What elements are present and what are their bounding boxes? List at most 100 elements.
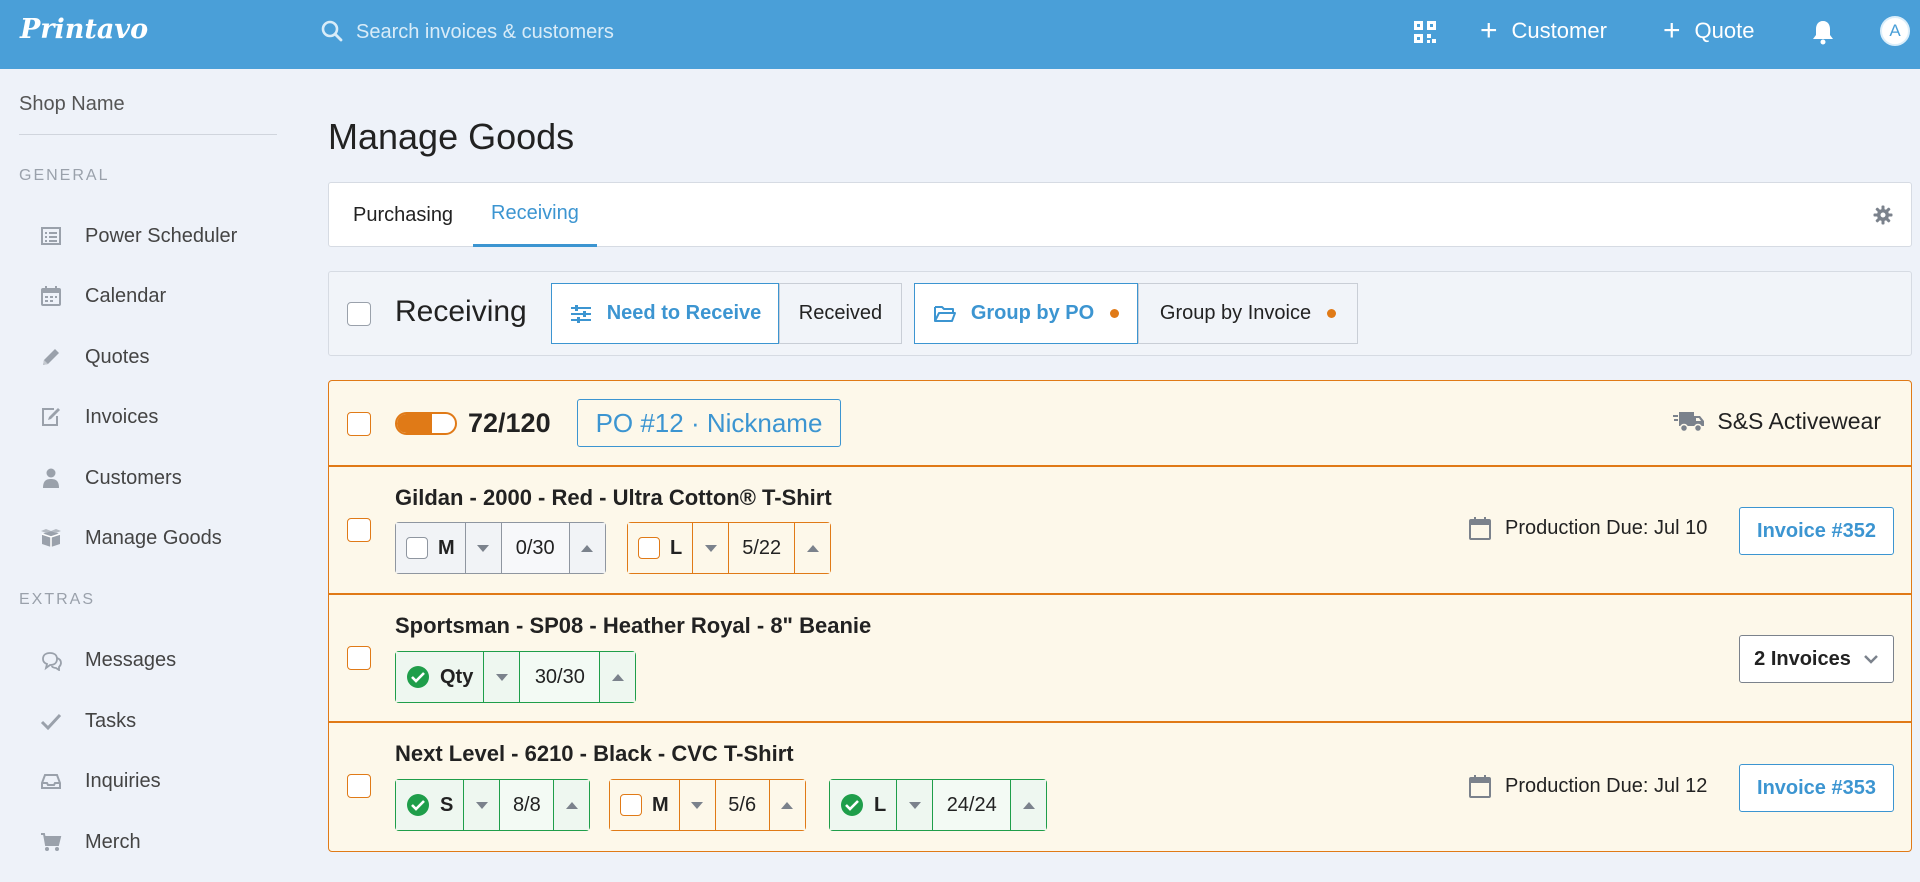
search-input[interactable] [356,14,876,50]
size-label[interactable]: S [396,780,464,830]
quantity-value[interactable]: 24/24 [932,780,1011,830]
invoices-dropdown-label: 2 Invoices [1754,647,1851,670]
increment-button[interactable] [599,652,636,702]
sidebar-item-manage-goods[interactable]: Manage Goods [40,518,280,558]
chevron-down-icon [691,801,704,809]
sidebar-item-customers[interactable]: Customers [40,458,280,498]
quantity-value[interactable]: 0/30 [500,523,569,573]
add-quote-button[interactable]: + Quote [1663,14,1754,48]
size-stepper-m: M 0/30 [395,522,606,574]
quantity-value[interactable]: 8/8 [499,780,554,830]
sliders-icon [570,304,591,323]
add-customer-button[interactable]: + Customer [1480,14,1607,48]
sidebar-item-tasks[interactable]: Tasks [40,701,280,741]
increment-button[interactable] [553,780,590,830]
decrement-button[interactable] [483,652,520,702]
progress-count: 72/120 [468,408,551,438]
size-name: M [652,793,669,816]
invoices-dropdown[interactable]: 2 Invoices [1739,635,1894,683]
decrement-button[interactable] [464,523,501,573]
production-due: Production Due: Jul 10 [1469,516,1707,540]
item-title: Gildan - 2000 - Red - Ultra Cotton® T-Sh… [395,485,832,510]
bell-icon[interactable] [1811,19,1835,45]
sidebar-item-calendar[interactable]: Calendar [40,276,280,316]
divider [329,721,1911,723]
sidebar-item-inquiries[interactable]: Inquiries [40,761,280,801]
need-to-receive-label: Need to Receive [606,302,762,324]
need-to-receive-button[interactable]: Need to Receive [551,283,779,344]
shop-name[interactable]: Shop Name [19,93,125,116]
user-icon [43,468,59,488]
avatar[interactable]: A [1880,16,1910,46]
size-name: M [438,536,455,559]
sidebar-item-label: Tasks [85,709,137,732]
size-stepper-l: L 5/22 [627,522,832,574]
sidebar-item-merch[interactable]: Merch [40,822,280,862]
group-by-invoice-button[interactable]: Group by Invoice [1138,283,1358,344]
add-quote-label: Quote [1694,18,1755,43]
quantity-value[interactable]: 5/22 [728,523,795,573]
size-name: L [874,793,887,816]
select-all-checkbox[interactable] [347,302,371,326]
po-checkbox[interactable] [347,412,371,436]
calendar-icon [41,286,61,306]
qr-code-icon[interactable] [1412,19,1438,45]
tab-purchasing[interactable]: Purchasing [335,183,471,247]
size-label[interactable]: M [610,780,679,830]
chevron-up-icon [611,673,624,681]
chat-icon [42,652,62,671]
po-card: 72/120 PO #12 · Nickname S&S Activewear … [328,380,1912,852]
edit-icon [42,408,60,426]
received-button[interactable]: Received [779,283,902,344]
logo[interactable]: Printavo [20,14,148,45]
size-checkbox[interactable] [638,537,660,559]
size-label[interactable]: Qty [396,652,484,702]
item-checkbox[interactable] [347,518,371,542]
quantity-value[interactable]: 30/30 [519,652,600,702]
indicator-dot [1327,309,1337,318]
tab-receiving[interactable]: Receiving [473,183,597,247]
chevron-down-icon [475,801,488,809]
size-stepper-s: S 8/8 [395,779,591,831]
increment-button[interactable] [794,523,831,573]
invoice-link-button[interactable]: Invoice #352 [1739,507,1894,555]
size-checkbox[interactable] [620,794,642,816]
size-label[interactable]: L [830,780,897,830]
filter-bar: Receiving Need to Receive Received Group… [328,271,1912,356]
sidebar-item-invoices[interactable]: Invoices [40,397,280,437]
invoice-link-button[interactable]: Invoice #353 [1739,764,1894,812]
size-label[interactable]: M [396,523,465,573]
divider [19,134,277,135]
increment-button[interactable] [1010,780,1047,830]
decrement-button[interactable] [692,523,729,573]
quantity-value[interactable]: 5/6 [714,780,769,830]
decrement-button[interactable] [678,780,715,830]
sidebar-item-label: Power Scheduler [85,224,238,247]
decrement-button[interactable] [463,780,500,830]
chevron-up-icon [781,801,794,809]
section-label-extras: EXTRAS [19,591,96,608]
sidebar-item-label: Invoices [85,405,159,428]
sidebar-item-label: Manage Goods [85,526,222,549]
item-checkbox[interactable] [347,774,371,798]
item-title: Sportsman - SP08 - Heather Royal - 8" Be… [395,613,872,638]
group-by-po-button[interactable]: Group by PO [914,283,1138,344]
page-title: Manage Goods [328,116,575,157]
sidebar-item-power-scheduler[interactable]: Power Scheduler [40,216,280,256]
gear-icon[interactable] [1873,205,1893,225]
sidebar-item-messages[interactable]: Messages [40,640,280,680]
po-badge[interactable]: PO #12 · Nickname [577,399,841,447]
sidebar-item-label: Quotes [85,345,150,368]
calendar-icon [1469,775,1491,798]
decrement-button[interactable] [896,780,933,830]
size-checkbox[interactable] [406,537,428,559]
increment-button[interactable] [568,523,605,573]
increment-button[interactable] [768,780,805,830]
folder-icon [933,305,956,322]
sidebar-item-label: Merch [85,830,141,853]
sidebar-item-quotes[interactable]: Quotes [40,337,280,377]
divider [329,465,1911,467]
group-by-po-label: Group by PO [970,302,1095,324]
size-label[interactable]: L [628,523,693,573]
item-checkbox[interactable] [347,646,371,670]
